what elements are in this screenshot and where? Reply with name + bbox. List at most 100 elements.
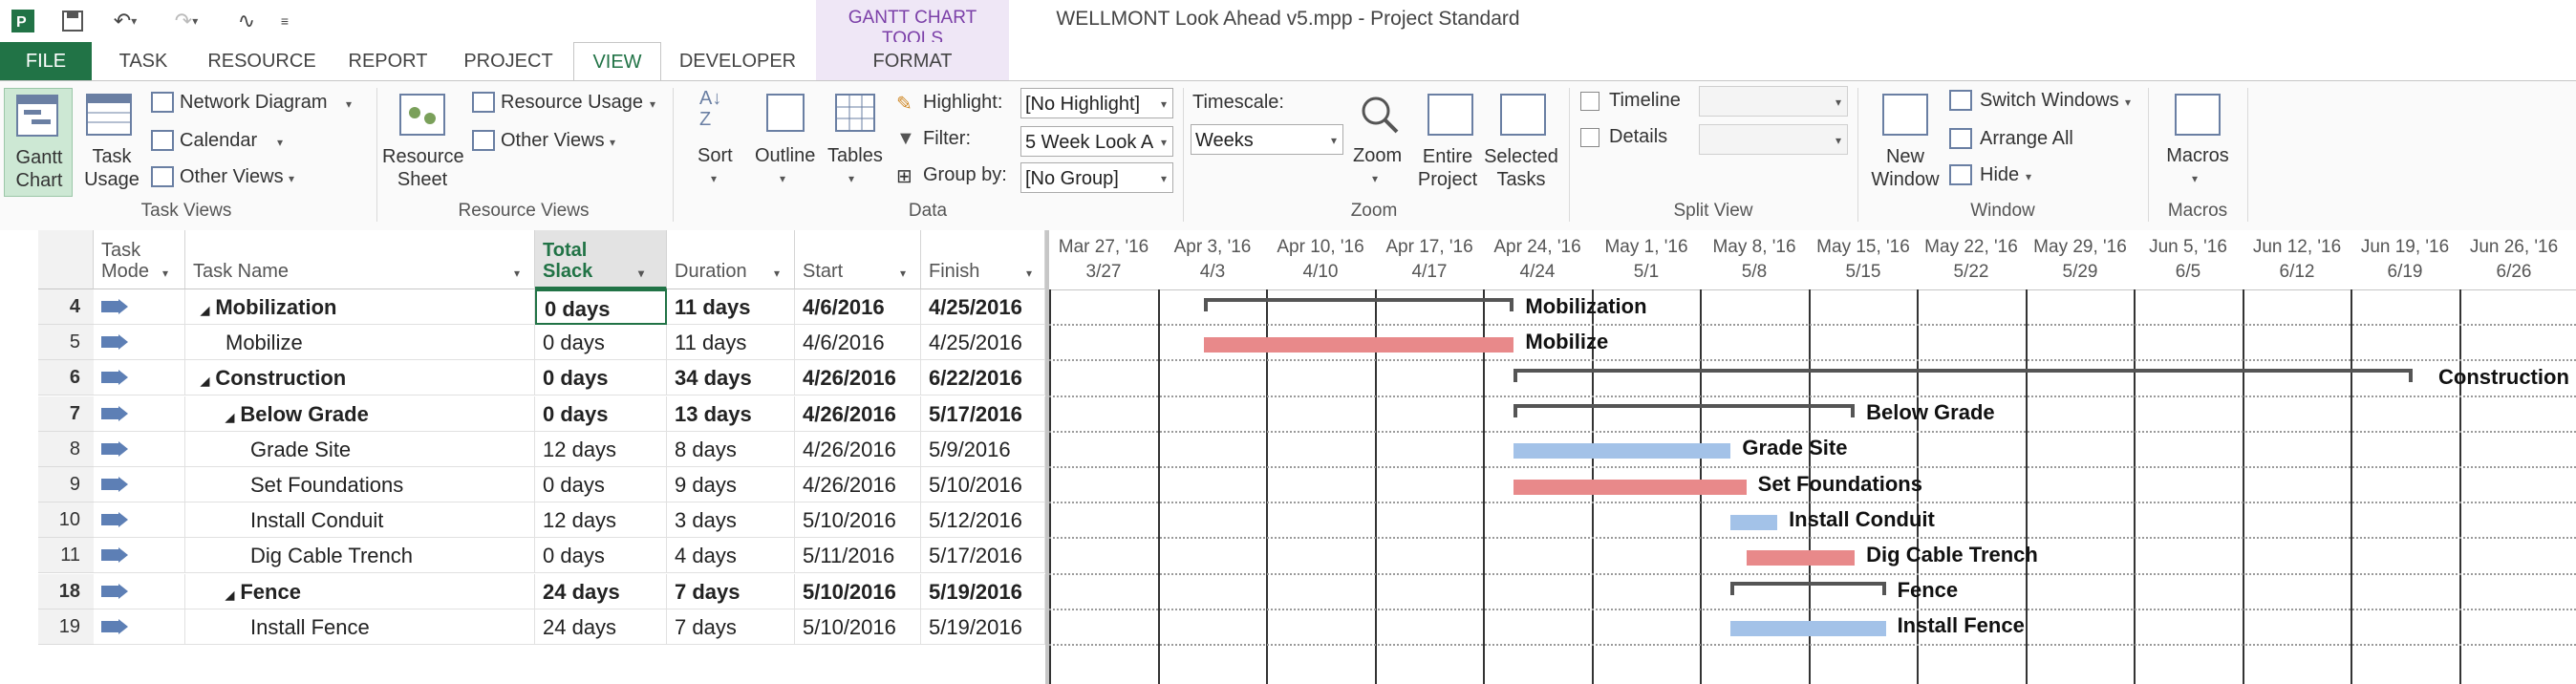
task-bar[interactable] — [1513, 443, 1731, 459]
total-slack-cell[interactable]: 0 days — [535, 289, 667, 325]
row-id[interactable]: 9 — [38, 467, 94, 502]
finish-cell[interactable]: 5/10/2016 — [921, 467, 1045, 502]
tab-report[interactable]: REPORT — [340, 42, 436, 80]
resource-usage-dropdown-icon[interactable]: ▾ — [650, 97, 655, 111]
total-slack-cell[interactable]: 0 days — [535, 538, 667, 573]
duration-cell[interactable]: 8 days — [667, 432, 795, 467]
task-name-cell[interactable]: Grade Site — [185, 432, 535, 467]
collapse-triangle-icon[interactable]: ◢ — [225, 588, 234, 602]
finish-cell[interactable]: 4/25/2016 — [921, 325, 1045, 360]
switch-windows-button[interactable]: Switch Windows — [1980, 90, 2119, 112]
total-slack-cell[interactable]: 12 days — [535, 502, 667, 538]
finish-cell[interactable]: 5/17/2016 — [921, 538, 1045, 573]
tab-format[interactable]: FORMAT — [816, 42, 1009, 80]
task-name-cell[interactable]: Set Foundations — [185, 467, 535, 502]
task-name-cell[interactable]: Install Conduit — [185, 502, 535, 538]
row-id[interactable]: 4 — [38, 289, 94, 325]
collapse-triangle-icon[interactable]: ◢ — [201, 304, 209, 317]
row-id[interactable]: 7 — [38, 396, 94, 432]
filter-dropdown[interactable]: 5 Week Look A ▾ — [1020, 126, 1173, 157]
timeline-checkbox[interactable] — [1580, 92, 1599, 111]
table-row[interactable]: 10 Install Conduit 12 days 3 days 5/10/2016 5… — [0, 502, 1045, 538]
sort-button[interactable]: A↓ Z Sort ▾ — [688, 88, 741, 195]
column-header-task-name[interactable]: Task Name ▾ — [185, 230, 535, 289]
task-name-cell[interactable]: Mobilize — [185, 325, 535, 360]
total-slack-cell[interactable]: 24 days — [535, 609, 667, 645]
macros-button[interactable]: Macros ▾ — [2157, 88, 2238, 195]
summary-bar[interactable] — [1204, 298, 1514, 302]
table-row[interactable]: 4 ◢ Mobilization 0 days 11 days 4/6/2016 4/25… — [0, 289, 1045, 325]
collapse-triangle-icon[interactable]: ◢ — [225, 411, 234, 424]
tab-view[interactable]: VIEW — [573, 42, 661, 81]
row-id[interactable]: 18 — [38, 574, 94, 609]
total-slack-cell[interactable]: 0 days — [535, 360, 667, 395]
start-cell[interactable]: 4/26/2016 — [795, 360, 921, 395]
other-views-dropdown-icon[interactable]: ▾ — [289, 172, 294, 185]
table-row[interactable]: 9 Set Foundations 0 days 9 days 4/26/2016 5/1… — [0, 467, 1045, 502]
finish-cell[interactable]: 5/19/2016 — [921, 574, 1045, 609]
finish-cell[interactable]: 5/12/2016 — [921, 502, 1045, 538]
start-cell[interactable]: 4/26/2016 — [795, 432, 921, 467]
task-mode-cell[interactable] — [94, 396, 185, 432]
outline-button[interactable]: Outline ▾ — [749, 88, 822, 195]
zoom-button[interactable]: Zoom ▾ — [1347, 88, 1410, 195]
switch-windows-dropdown-icon[interactable]: ▾ — [2125, 96, 2131, 109]
task-mode-cell[interactable] — [94, 538, 185, 573]
task-bar[interactable] — [1730, 515, 1778, 530]
collapse-triangle-icon[interactable]: ◢ — [201, 374, 209, 388]
details-view-dropdown[interactable]: ▾ — [1699, 124, 1848, 155]
new-window-button[interactable]: New Window — [1865, 88, 1945, 195]
resource-other-views-dropdown-icon[interactable]: ▾ — [610, 136, 615, 149]
finish-cell[interactable]: 4/25/2016 — [921, 289, 1045, 325]
tab-project[interactable]: PROJECT — [455, 42, 562, 80]
calendar-button[interactable]: Calendar — [180, 130, 257, 152]
empty-rows-area[interactable] — [94, 643, 1046, 684]
row-id[interactable]: 11 — [38, 538, 94, 573]
finish-cell[interactable]: 5/17/2016 — [921, 396, 1045, 432]
critical-task-bar[interactable] — [1746, 550, 1856, 566]
duration-cell[interactable]: 11 days — [667, 289, 795, 325]
column-header-start[interactable]: Start ▾ — [795, 230, 921, 289]
task-name-cell[interactable]: Dig Cable Trench — [185, 538, 535, 573]
start-cell[interactable]: 4/26/2016 — [795, 467, 921, 502]
tab-developer[interactable]: DEVELOPER — [673, 42, 803, 80]
other-views-button[interactable]: Other Views — [180, 166, 284, 188]
tab-resource[interactable]: RESOURCE — [201, 42, 323, 80]
table-row[interactable]: 6 ◢ Construction 0 days 34 days 4/26/2016 6/2… — [0, 360, 1045, 395]
network-diagram-dropdown-icon[interactable]: ▾ — [346, 97, 352, 111]
duration-cell[interactable]: 34 days — [667, 360, 795, 395]
summary-bar[interactable] — [1730, 582, 1886, 586]
entire-project-button[interactable]: Entire Project — [1416, 88, 1479, 195]
start-cell[interactable]: 4/6/2016 — [795, 289, 921, 325]
column-header-finish[interactable]: Finish ▾ — [921, 230, 1045, 289]
start-cell[interactable]: 5/10/2016 — [795, 574, 921, 609]
task-usage-button[interactable]: Task Usage — [78, 88, 145, 195]
total-slack-cell[interactable]: 0 days — [535, 467, 667, 502]
tab-task[interactable]: TASK — [103, 42, 183, 80]
task-bar[interactable] — [1730, 621, 1886, 636]
duration-cell[interactable]: 7 days — [667, 609, 795, 645]
tables-button[interactable]: Tables ▾ — [824, 88, 887, 195]
total-slack-cell[interactable]: 0 days — [535, 396, 667, 432]
tab-file[interactable]: FILE — [0, 42, 92, 80]
task-name-cell[interactable]: ◢ Mobilization — [185, 289, 535, 325]
gantt-chart-button[interactable]: Gantt Chart — [4, 88, 73, 197]
row-id[interactable]: 6 — [38, 360, 94, 395]
task-mode-cell[interactable] — [94, 360, 185, 395]
duration-cell[interactable]: 3 days — [667, 502, 795, 538]
duration-cell[interactable]: 11 days — [667, 325, 795, 360]
table-row[interactable]: 18 ◢ Fence 24 days 7 days 5/10/2016 5/19/2016 — [0, 574, 1045, 609]
summary-bar[interactable] — [1513, 404, 1856, 408]
critical-task-bar[interactable] — [1513, 480, 1747, 495]
resource-other-views-button[interactable]: Other Views — [501, 130, 605, 152]
selected-tasks-button[interactable]: Selected Tasks — [1483, 88, 1559, 195]
hide-dropdown-icon[interactable]: ▾ — [2026, 170, 2031, 183]
column-header-task-mode[interactable]: Task Mode ▾ — [94, 230, 185, 289]
task-mode-cell[interactable] — [94, 502, 185, 538]
group-by-dropdown[interactable]: [No Group] ▾ — [1020, 162, 1173, 193]
network-diagram-button[interactable]: Network Diagram — [180, 92, 327, 114]
duration-cell[interactable]: 9 days — [667, 467, 795, 502]
task-mode-cell[interactable] — [94, 467, 185, 502]
critical-task-bar[interactable] — [1204, 337, 1514, 353]
hide-button[interactable]: Hide — [1980, 164, 2019, 186]
